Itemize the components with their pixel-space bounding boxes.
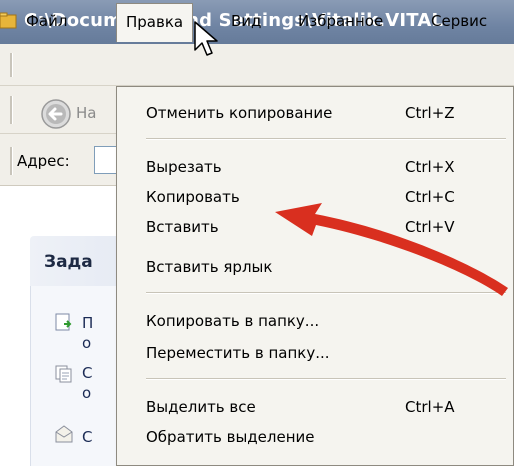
annotation-arrow [275, 203, 508, 296]
arrow-shape [275, 203, 508, 296]
mouse-cursor-icon [194, 21, 218, 56]
